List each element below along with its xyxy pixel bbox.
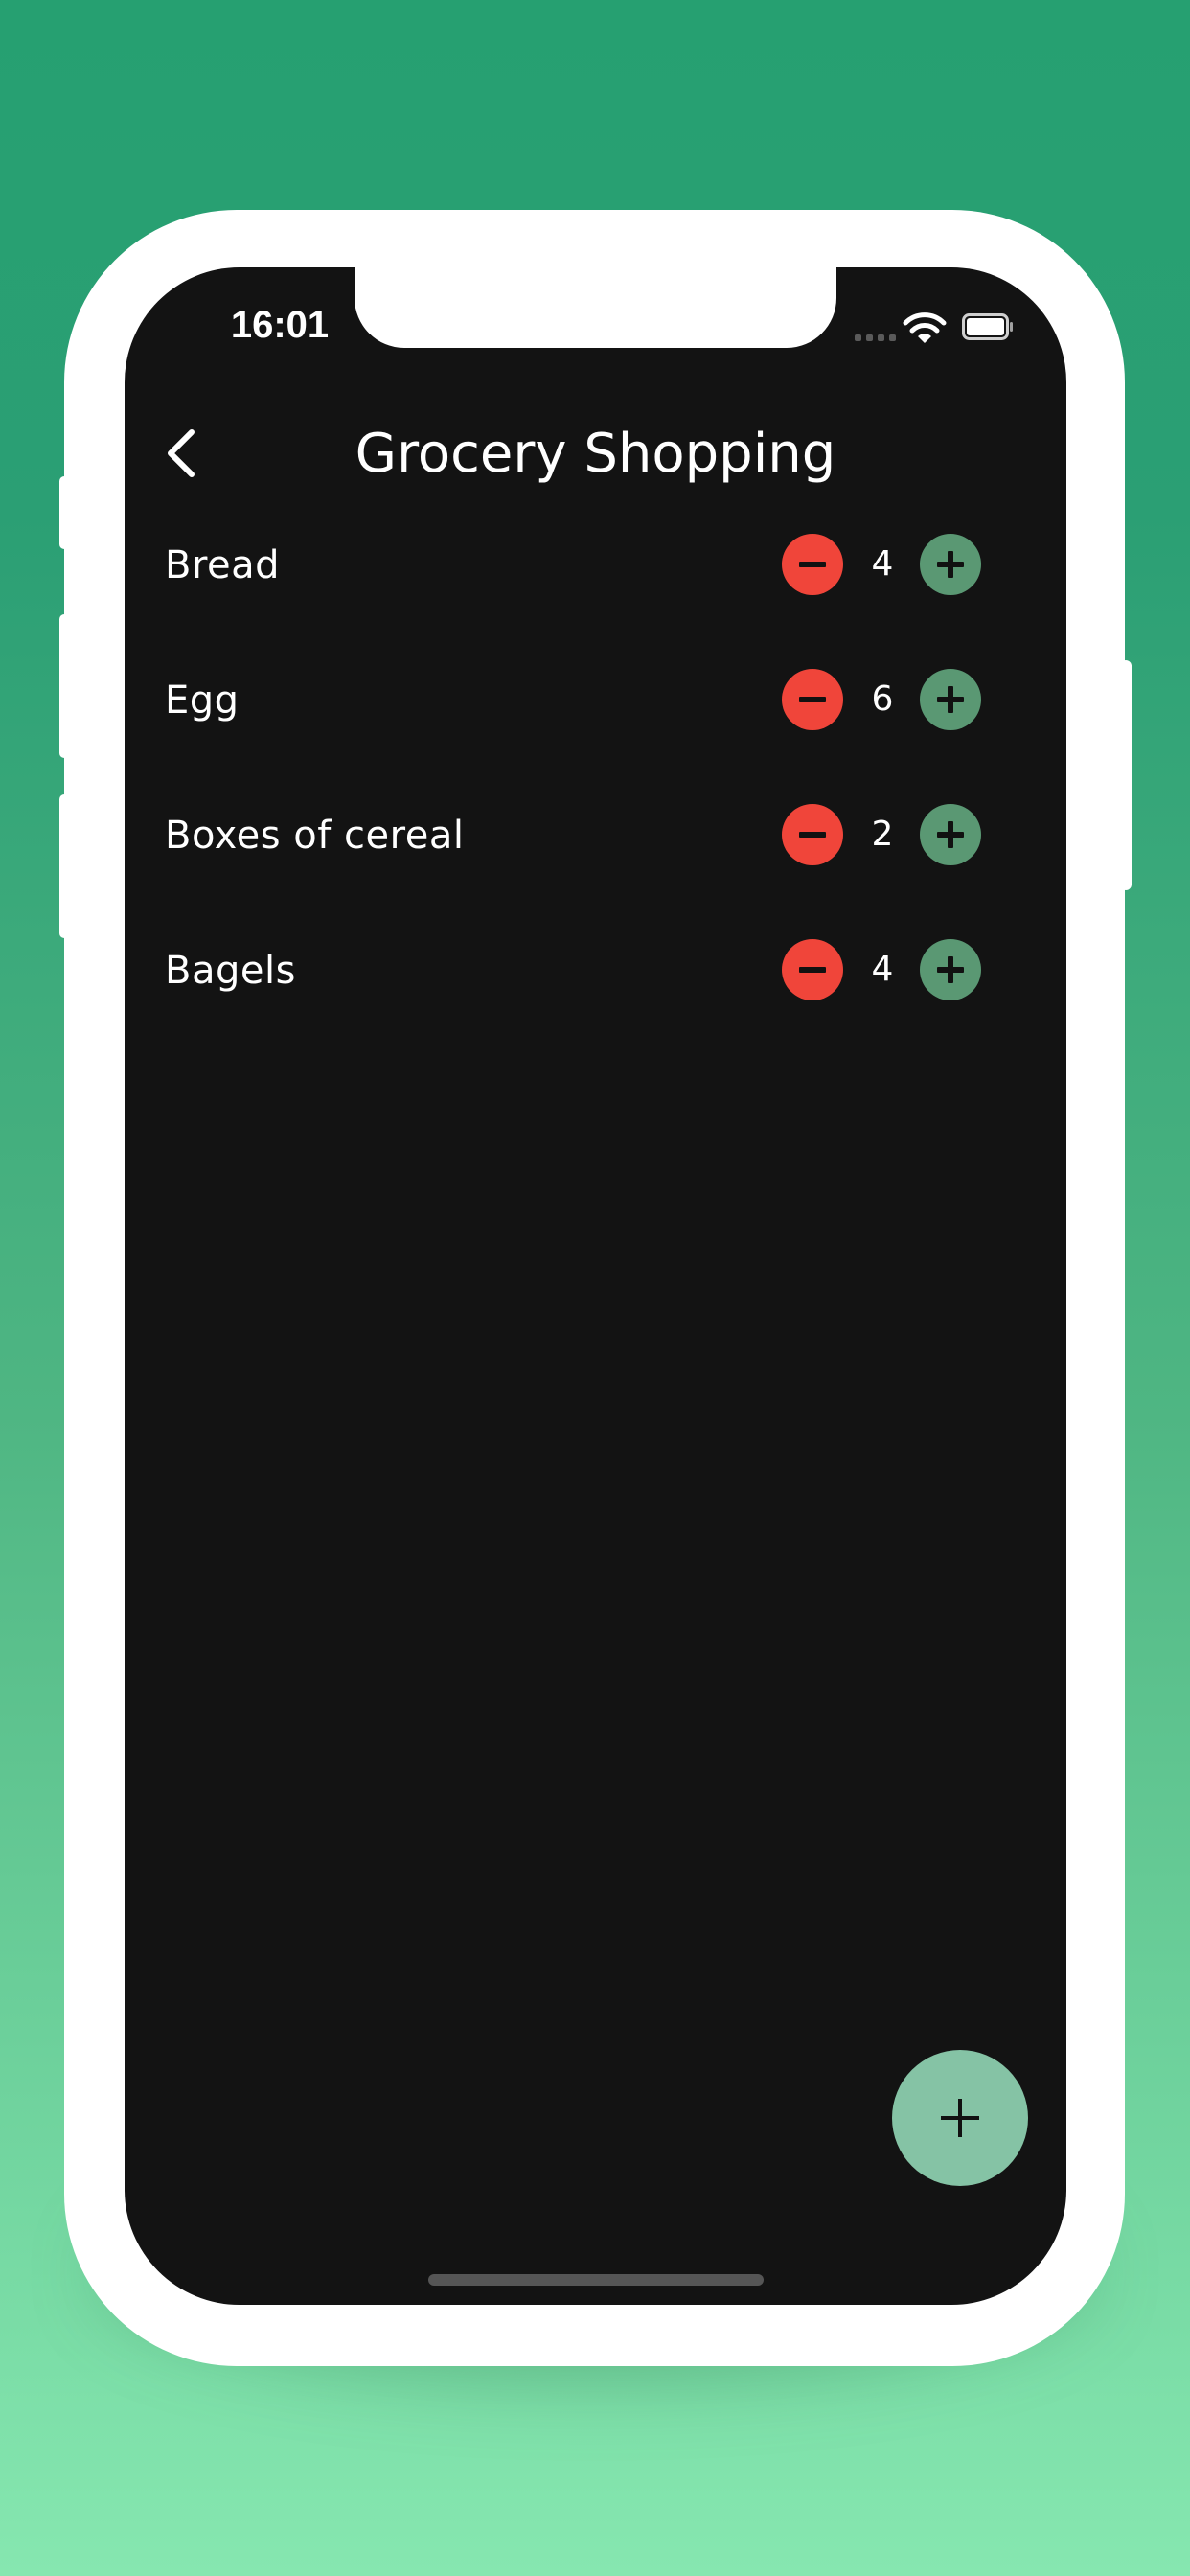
volume-up-button [59,614,69,758]
quantity-stepper: 6 [782,669,983,732]
plus-icon [941,2099,979,2137]
decrement-button[interactable] [782,534,843,595]
wifi-icon [903,312,947,343]
item-name: Boxes of cereal [165,814,465,858]
item-quantity: 2 [871,815,894,854]
decrement-button[interactable] [782,939,843,1000]
plus-icon [937,551,964,578]
plus-icon [937,956,964,983]
decrement-button[interactable] [782,804,843,865]
item-quantity: 6 [871,679,894,719]
app-screen: 16:01 Grocery Shopping Bread 4 Egg 6 Box… [125,267,1066,2305]
back-button[interactable] [153,425,211,482]
increment-button[interactable] [920,804,981,865]
minus-icon [799,562,826,567]
list-item: Egg 6 [125,653,1066,788]
quantity-stepper: 4 [782,939,983,1002]
page-title: Grocery Shopping [355,423,836,485]
power-button [1120,660,1132,890]
home-indicator[interactable] [428,2274,764,2286]
item-name: Bread [165,543,281,587]
quantity-stepper: 2 [782,804,983,867]
item-quantity: 4 [871,544,894,584]
cellular-signal-icon [855,334,896,341]
status-time: 16:01 [230,304,330,346]
list-item: Bagels 4 [125,923,1066,1058]
item-name: Bagels [165,949,296,993]
increment-button[interactable] [920,669,981,730]
chevron-left-icon [168,429,195,477]
battery-icon [962,313,1013,340]
list-item: Bread 4 [125,518,1066,653]
silent-switch [59,476,69,549]
add-item-button[interactable] [892,2050,1028,2186]
grocery-list: Bread 4 Egg 6 Boxes of cereal 2 Bagels 4 [125,518,1066,1058]
list-item: Boxes of cereal 2 [125,788,1066,923]
plus-icon [937,686,964,713]
device-notch [355,267,836,348]
minus-icon [799,832,826,838]
minus-icon [799,697,826,702]
app-header: Grocery Shopping [125,411,1066,497]
minus-icon [799,967,826,973]
increment-button[interactable] [920,939,981,1000]
decrement-button[interactable] [782,669,843,730]
item-quantity: 4 [871,950,894,989]
item-name: Egg [165,678,240,723]
increment-button[interactable] [920,534,981,595]
plus-icon [937,821,964,848]
quantity-stepper: 4 [782,534,983,597]
volume-down-button [59,794,69,938]
